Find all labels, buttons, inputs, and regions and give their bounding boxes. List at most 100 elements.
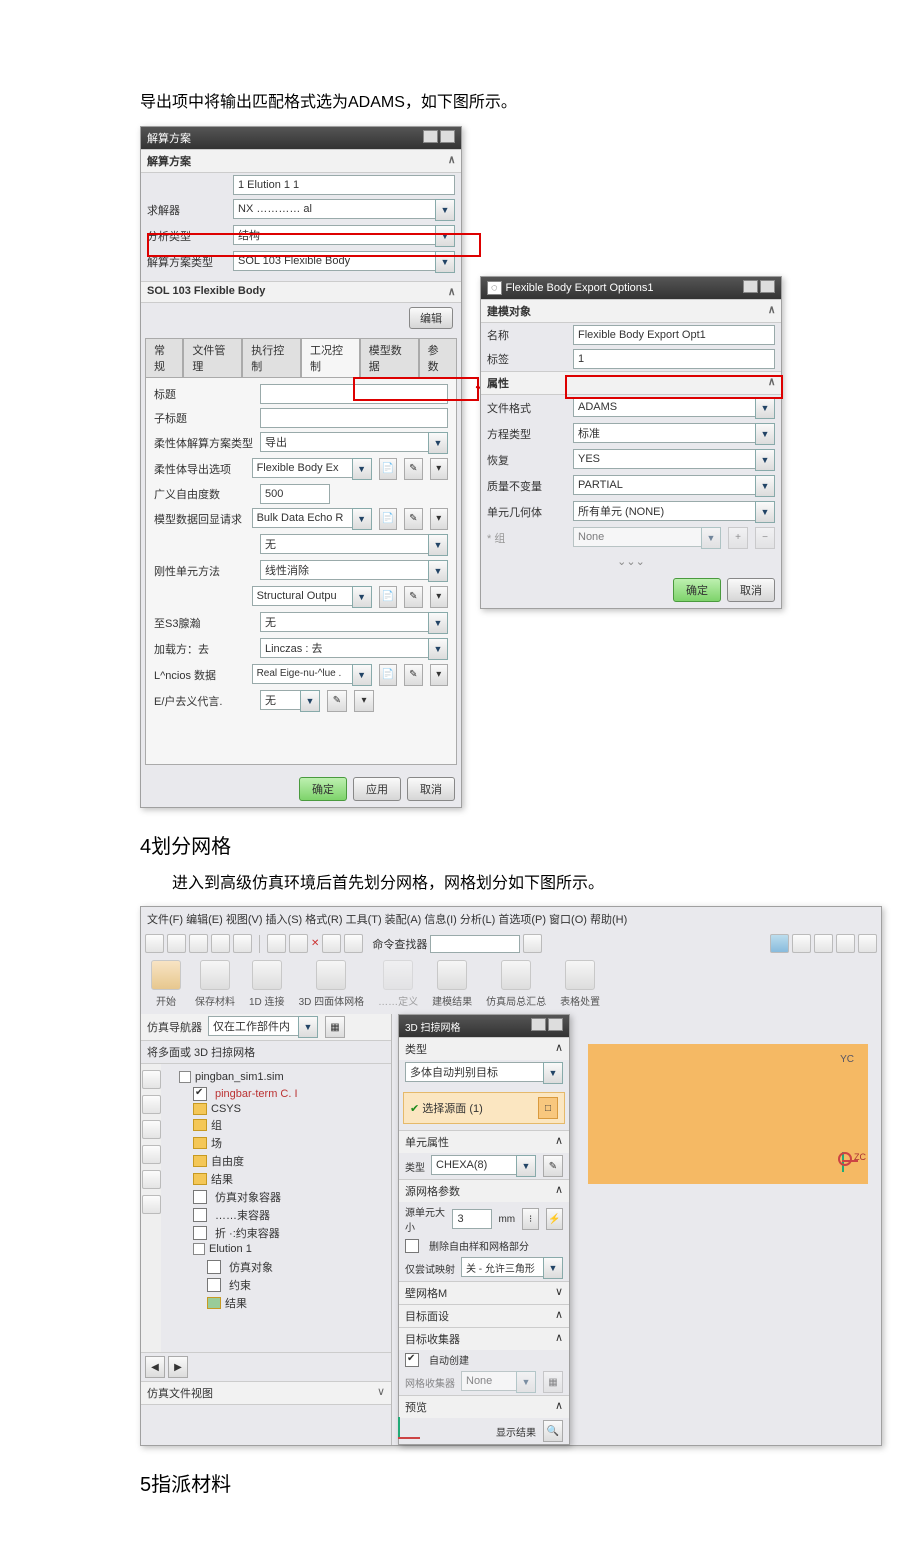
bulk-echo-combo[interactable]: Bulk Data Echo R xyxy=(252,508,352,528)
free-mesh-checkbox-label[interactable]: 删除自由样和网格部分 xyxy=(429,1238,529,1253)
collapse-icon[interactable]: ∨ xyxy=(377,1385,385,1401)
ribbon-icon[interactable] xyxy=(501,960,531,990)
sidebar-icon[interactable] xyxy=(142,1070,161,1089)
tree-item[interactable]: 结果 xyxy=(211,1171,233,1187)
ribbon-icon[interactable] xyxy=(252,960,282,990)
new-icon[interactable]: 📄 xyxy=(379,458,397,480)
flex-export-combo[interactable]: Flexible Body Ex xyxy=(252,458,352,478)
name-input[interactable]: Flexible Body Export Opt1 xyxy=(573,325,775,345)
struct-out-combo[interactable]: Structural Outpu xyxy=(252,586,352,606)
sidebar-icon[interactable] xyxy=(142,1145,161,1164)
chevron-down-icon[interactable]: ▾ xyxy=(430,664,448,686)
solver-combo[interactable]: NX ………… al xyxy=(233,199,435,219)
tag-input[interactable]: 1 xyxy=(573,349,775,369)
filter-combo[interactable]: 仅在工作部件内 xyxy=(208,1016,298,1036)
main-toolbar[interactable]: ✕ 命令查找器 xyxy=(141,931,881,956)
select-face-icon[interactable]: □ xyxy=(538,1097,558,1119)
file-format-combo[interactable]: ADAMS xyxy=(573,397,755,417)
tab-exec-ctrl[interactable]: 执行控制 xyxy=(242,338,301,377)
toolbar-icon[interactable]: ▦ xyxy=(325,1016,345,1038)
dropdown-icon[interactable]: ▼ xyxy=(300,690,320,712)
dropdown-icon[interactable]: ▼ xyxy=(298,1016,318,1038)
edit-icon[interactable]: ✎ xyxy=(404,664,422,686)
new-icon[interactable]: 📄 xyxy=(379,586,397,608)
solution-type-combo[interactable]: SOL 103 Flexible Body xyxy=(233,251,435,271)
window-controls[interactable] xyxy=(741,280,775,296)
new-icon[interactable]: 📄 xyxy=(379,664,397,686)
dropdown-icon[interactable]: ▼ xyxy=(428,534,448,556)
ribbon-icon[interactable] xyxy=(437,960,467,990)
chevron-down-icon[interactable]: ▾ xyxy=(430,508,448,530)
lanczos-combo[interactable]: Real Eige-nu-^lue . xyxy=(252,664,352,684)
chevron-down-icon[interactable]: ▾ xyxy=(430,586,448,608)
edit-icon[interactable]: ✎ xyxy=(543,1155,563,1177)
viewport-3d[interactable]: YC ZC xyxy=(588,1044,868,1184)
toolbar-icon[interactable] xyxy=(233,934,252,953)
stepper-icon[interactable]: ⁝ xyxy=(522,1208,539,1230)
toolbar-icon[interactable] xyxy=(211,934,230,953)
mass-inv-combo[interactable]: PARTIAL xyxy=(573,475,755,495)
sidebar-icon[interactable] xyxy=(142,1195,161,1214)
nav-button[interactable]: ◀ xyxy=(145,1356,165,1378)
only-map-combo[interactable]: 关 - 允许三角形 xyxy=(461,1257,543,1277)
flex-soltype-combo[interactable]: 导出 xyxy=(260,432,428,452)
ribbon-icon[interactable] xyxy=(200,960,230,990)
add-method-combo[interactable]: Linczas : 去 xyxy=(260,638,428,658)
toolbar-icon[interactable] xyxy=(267,934,286,953)
toolbar-icon[interactable] xyxy=(770,934,789,953)
search-icon[interactable] xyxy=(523,934,542,953)
dropdown-icon[interactable]: ▼ xyxy=(755,423,775,445)
dropdown-icon[interactable]: ▼ xyxy=(435,251,455,273)
toolbar-icon[interactable] xyxy=(836,934,855,953)
sidebar-icon[interactable] xyxy=(142,1170,161,1189)
tree-item[interactable]: 场 xyxy=(211,1135,222,1151)
none-combo-1[interactable]: 无 xyxy=(260,534,428,554)
elem-type-combo[interactable]: CHEXA(8) xyxy=(431,1155,516,1175)
tree-item[interactable]: 仿真对象 xyxy=(229,1259,273,1275)
tree-item[interactable]: CSYS xyxy=(211,1103,241,1115)
dropdown-icon[interactable]: ▼ xyxy=(755,475,775,497)
dropdown-icon[interactable]: ▼ xyxy=(352,458,372,480)
size-input[interactable]: 3 xyxy=(452,1209,492,1229)
toolbar-icon[interactable] xyxy=(792,934,811,953)
none-combo-2[interactable]: 无 xyxy=(260,612,428,632)
dropdown-icon[interactable]: ▼ xyxy=(352,508,372,530)
ribbon-icon[interactable] xyxy=(316,960,346,990)
menu-bar[interactable]: 文件(F) 编辑(E) 视图(V) 插入(S) 格式(R) 工具(T) 装配(A… xyxy=(141,907,881,931)
tree-solution[interactable]: Elution 1 xyxy=(209,1243,252,1255)
toolbar-icon[interactable] xyxy=(858,934,877,953)
mesh-type-combo[interactable]: 多体自动判别目标 xyxy=(405,1062,543,1082)
dropdown-icon[interactable]: ▼ xyxy=(755,449,775,471)
tab-file-mgmt[interactable]: 文件管理 xyxy=(183,338,242,377)
new-icon[interactable]: 📄 xyxy=(379,508,397,530)
auto-create-checkbox-label[interactable]: 自动创建 xyxy=(429,1352,469,1367)
recover-combo[interactable]: YES xyxy=(573,449,755,469)
collapse-icon[interactable]: ∧ xyxy=(768,303,775,319)
tree-item[interactable]: ……束容器 xyxy=(215,1207,270,1223)
toolbar-icon[interactable] xyxy=(289,934,308,953)
toolbar-icon[interactable] xyxy=(189,934,208,953)
tree-item[interactable]: 结果 xyxy=(225,1295,247,1311)
dropdown-icon[interactable]: ▼ xyxy=(428,638,448,660)
eq-type-combo[interactable]: 标准 xyxy=(573,423,755,443)
dropdown-icon[interactable]: ▼ xyxy=(428,560,448,582)
tab-general[interactable]: 常规 xyxy=(145,338,183,377)
dropdown-icon[interactable]: ▼ xyxy=(435,199,455,221)
dropdown-icon[interactable]: ▼ xyxy=(352,664,372,686)
tree-item[interactable]: 约束 xyxy=(229,1277,251,1293)
tab-params[interactable]: 参数 xyxy=(419,338,457,377)
toolbar-icon[interactable] xyxy=(344,934,363,953)
collapse-icon[interactable]: ∧ xyxy=(448,285,455,299)
none-combo-3[interactable]: 无 xyxy=(260,690,300,710)
sidebar-icon[interactable] xyxy=(142,1120,161,1139)
cancel-button[interactable]: 取消 xyxy=(727,578,775,602)
more-toggle[interactable]: ⌄⌄⌄ xyxy=(481,551,781,572)
solution-name-input[interactable]: 1 Elution 1 1 xyxy=(233,175,455,195)
rigid-elem-combo[interactable]: 线性消除 xyxy=(260,560,428,580)
edit-icon[interactable]: ✎ xyxy=(404,458,422,480)
toolbar-icon[interactable] xyxy=(167,934,186,953)
gdof-input[interactable]: 500 xyxy=(260,484,330,504)
tree-item[interactable]: 折 ·:约束容器 xyxy=(215,1225,280,1241)
select-face-label[interactable]: 选择源面 (1) xyxy=(422,1103,483,1115)
collapse-icon[interactable]: ∧ xyxy=(448,153,455,169)
